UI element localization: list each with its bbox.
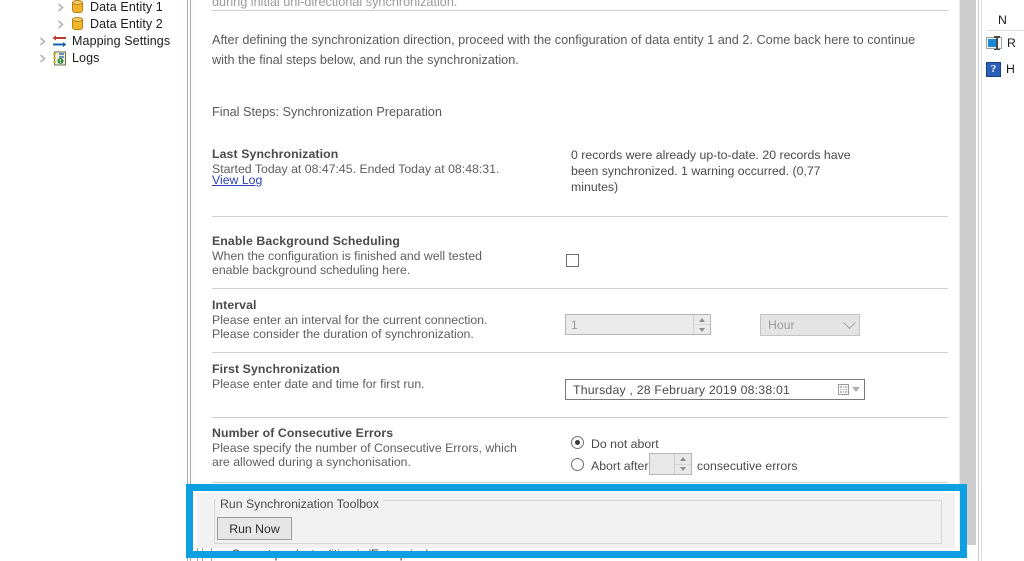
pane-splitter[interactable] xyxy=(183,0,196,561)
tree-item-logs[interactable]: Logs xyxy=(34,49,100,67)
right-panel-item-rename[interactable]: R xyxy=(986,33,1016,53)
application-window: Data Entity 1 Data Entity 2 Mapping Sett… xyxy=(0,0,1024,561)
first-sync-datetime-picker[interactable]: Thursday , 28 February 2019 08:38:01 xyxy=(565,379,865,400)
interval-desc-line2: Please consider the duration of synchron… xyxy=(212,327,474,341)
splitter-line xyxy=(187,0,188,561)
interval-value[interactable]: 1 xyxy=(566,315,693,334)
splitter-line xyxy=(190,0,191,561)
background-scheduling-desc-line1: When the configuration is finished and w… xyxy=(212,249,483,263)
right-tool-panel: N R ? H xyxy=(978,0,1024,561)
final-steps-heading: Final Steps: Synchronization Preparation xyxy=(212,105,442,119)
scrollbar-thumb[interactable] xyxy=(960,0,976,545)
calendar-icon xyxy=(838,384,849,395)
content-vertical-scrollbar[interactable] xyxy=(959,0,976,545)
tree-item-data-entity-1[interactable]: Data Entity 1 xyxy=(52,0,163,16)
right-panel-item-label: N xyxy=(998,13,1007,27)
spin-down-icon[interactable] xyxy=(694,325,710,334)
interval-title: Interval xyxy=(212,298,257,312)
interval-desc-line1: Please enter an interval for the current… xyxy=(212,313,488,327)
right-panel-item-label: H xyxy=(1006,62,1015,76)
divider xyxy=(212,417,948,418)
radio-do-not-abort[interactable] xyxy=(571,436,584,449)
chevron-down-icon[interactable] xyxy=(852,387,860,392)
chevron-right-icon[interactable] xyxy=(34,33,50,49)
tree-item-data-entity-2[interactable]: Data Entity 2 xyxy=(52,15,163,33)
calendar-dropdown-button[interactable] xyxy=(834,384,864,395)
interval-spin-buttons[interactable] xyxy=(693,315,710,334)
run-now-button[interactable]: Run Now xyxy=(217,517,292,540)
consecutive-errors-title: Number of Consecutive Errors xyxy=(212,426,394,440)
radio-abort-after[interactable] xyxy=(571,458,584,471)
group-border-line xyxy=(375,500,941,501)
chevron-right-icon[interactable] xyxy=(52,16,68,32)
log-output-strip: -> Current product edition is 'Enterpris… xyxy=(197,548,959,561)
chevron-right-icon[interactable] xyxy=(52,0,68,15)
radio-do-not-abort-label[interactable]: Do not abort xyxy=(591,437,659,451)
abort-after-suffix-label: consecutive errors xyxy=(697,459,798,473)
intro-paragraph: After defining the synchronization direc… xyxy=(212,33,916,67)
tree-item-mapping-settings[interactable]: Mapping Settings xyxy=(34,32,170,50)
help-icon: ? xyxy=(986,61,1001,77)
abort-after-count-value[interactable] xyxy=(650,454,674,474)
log-divider xyxy=(197,548,198,561)
consecutive-errors-desc-line2: are allowed during a synchonisation. xyxy=(212,455,411,469)
radio-abort-after-label[interactable]: Abort after xyxy=(591,459,648,473)
navigation-tree: Data Entity 1 Data Entity 2 Mapping Sett… xyxy=(0,0,182,561)
divider xyxy=(212,482,948,483)
spin-up-icon[interactable] xyxy=(675,454,691,465)
toolbox-group-title: Run Synchronization Toolbox xyxy=(216,497,384,511)
last-sync-result: 0 records were already up-to-date. 20 re… xyxy=(571,148,851,194)
rename-icon xyxy=(986,36,1002,50)
log-divider xyxy=(211,548,212,561)
chevron-down-icon[interactable] xyxy=(839,315,859,330)
log-line: -> Current product edition is 'Enterpris… xyxy=(217,548,429,561)
database-icon xyxy=(68,0,86,15)
right-panel-divider xyxy=(986,30,1024,31)
divider xyxy=(212,216,948,217)
log-notepad-icon xyxy=(50,50,68,66)
first-sync-datetime-value[interactable]: Thursday , 28 February 2019 08:38:01 xyxy=(566,383,834,397)
enable-background-scheduling-checkbox[interactable] xyxy=(566,254,579,267)
divider xyxy=(212,10,948,11)
abort-spin-buttons[interactable] xyxy=(674,454,691,474)
chevron-right-icon[interactable] xyxy=(34,50,50,66)
divider xyxy=(212,352,948,353)
last-sync-description: Started Today at 08:47:45. Ended Today a… xyxy=(212,162,500,176)
database-icon xyxy=(68,16,86,32)
interval-value-stepper[interactable]: 1 xyxy=(565,314,711,335)
consecutive-errors-desc-line1: Please specify the number of Consecutive… xyxy=(212,441,517,455)
tree-item-label: Data Entity 2 xyxy=(90,17,163,31)
panel-divider xyxy=(978,0,979,561)
interval-unit-select[interactable]: Hour xyxy=(760,314,860,336)
view-log-link[interactable]: View Log xyxy=(212,173,262,187)
abort-after-count-stepper[interactable] xyxy=(649,453,692,475)
sync-arrows-icon xyxy=(50,33,68,49)
right-panel-item-n[interactable]: N xyxy=(998,10,1007,30)
background-scheduling-desc-line2: enable background scheduling here. xyxy=(212,263,411,277)
background-scheduling-title: Enable Background Scheduling xyxy=(212,234,400,248)
first-sync-title: First Synchronization xyxy=(212,362,340,376)
first-sync-description: Please enter date and time for first run… xyxy=(212,377,425,391)
tree-item-label: Mapping Settings xyxy=(72,34,171,48)
right-panel-item-label: R xyxy=(1007,36,1016,50)
tree-item-label: Data Entity 1 xyxy=(90,0,163,14)
spin-down-icon[interactable] xyxy=(675,465,691,475)
interval-unit-value: Hour xyxy=(768,318,795,332)
spin-up-icon[interactable] xyxy=(694,315,710,325)
log-divider xyxy=(202,548,203,561)
tree-item-label: Logs xyxy=(72,51,100,65)
divider xyxy=(212,288,948,289)
settings-content-pane: during initial uni-directional synchroni… xyxy=(197,0,959,545)
panel-divider xyxy=(981,0,982,561)
right-panel-item-help[interactable]: ? H xyxy=(986,59,1015,79)
last-sync-title: Last Synchronization xyxy=(212,147,339,161)
